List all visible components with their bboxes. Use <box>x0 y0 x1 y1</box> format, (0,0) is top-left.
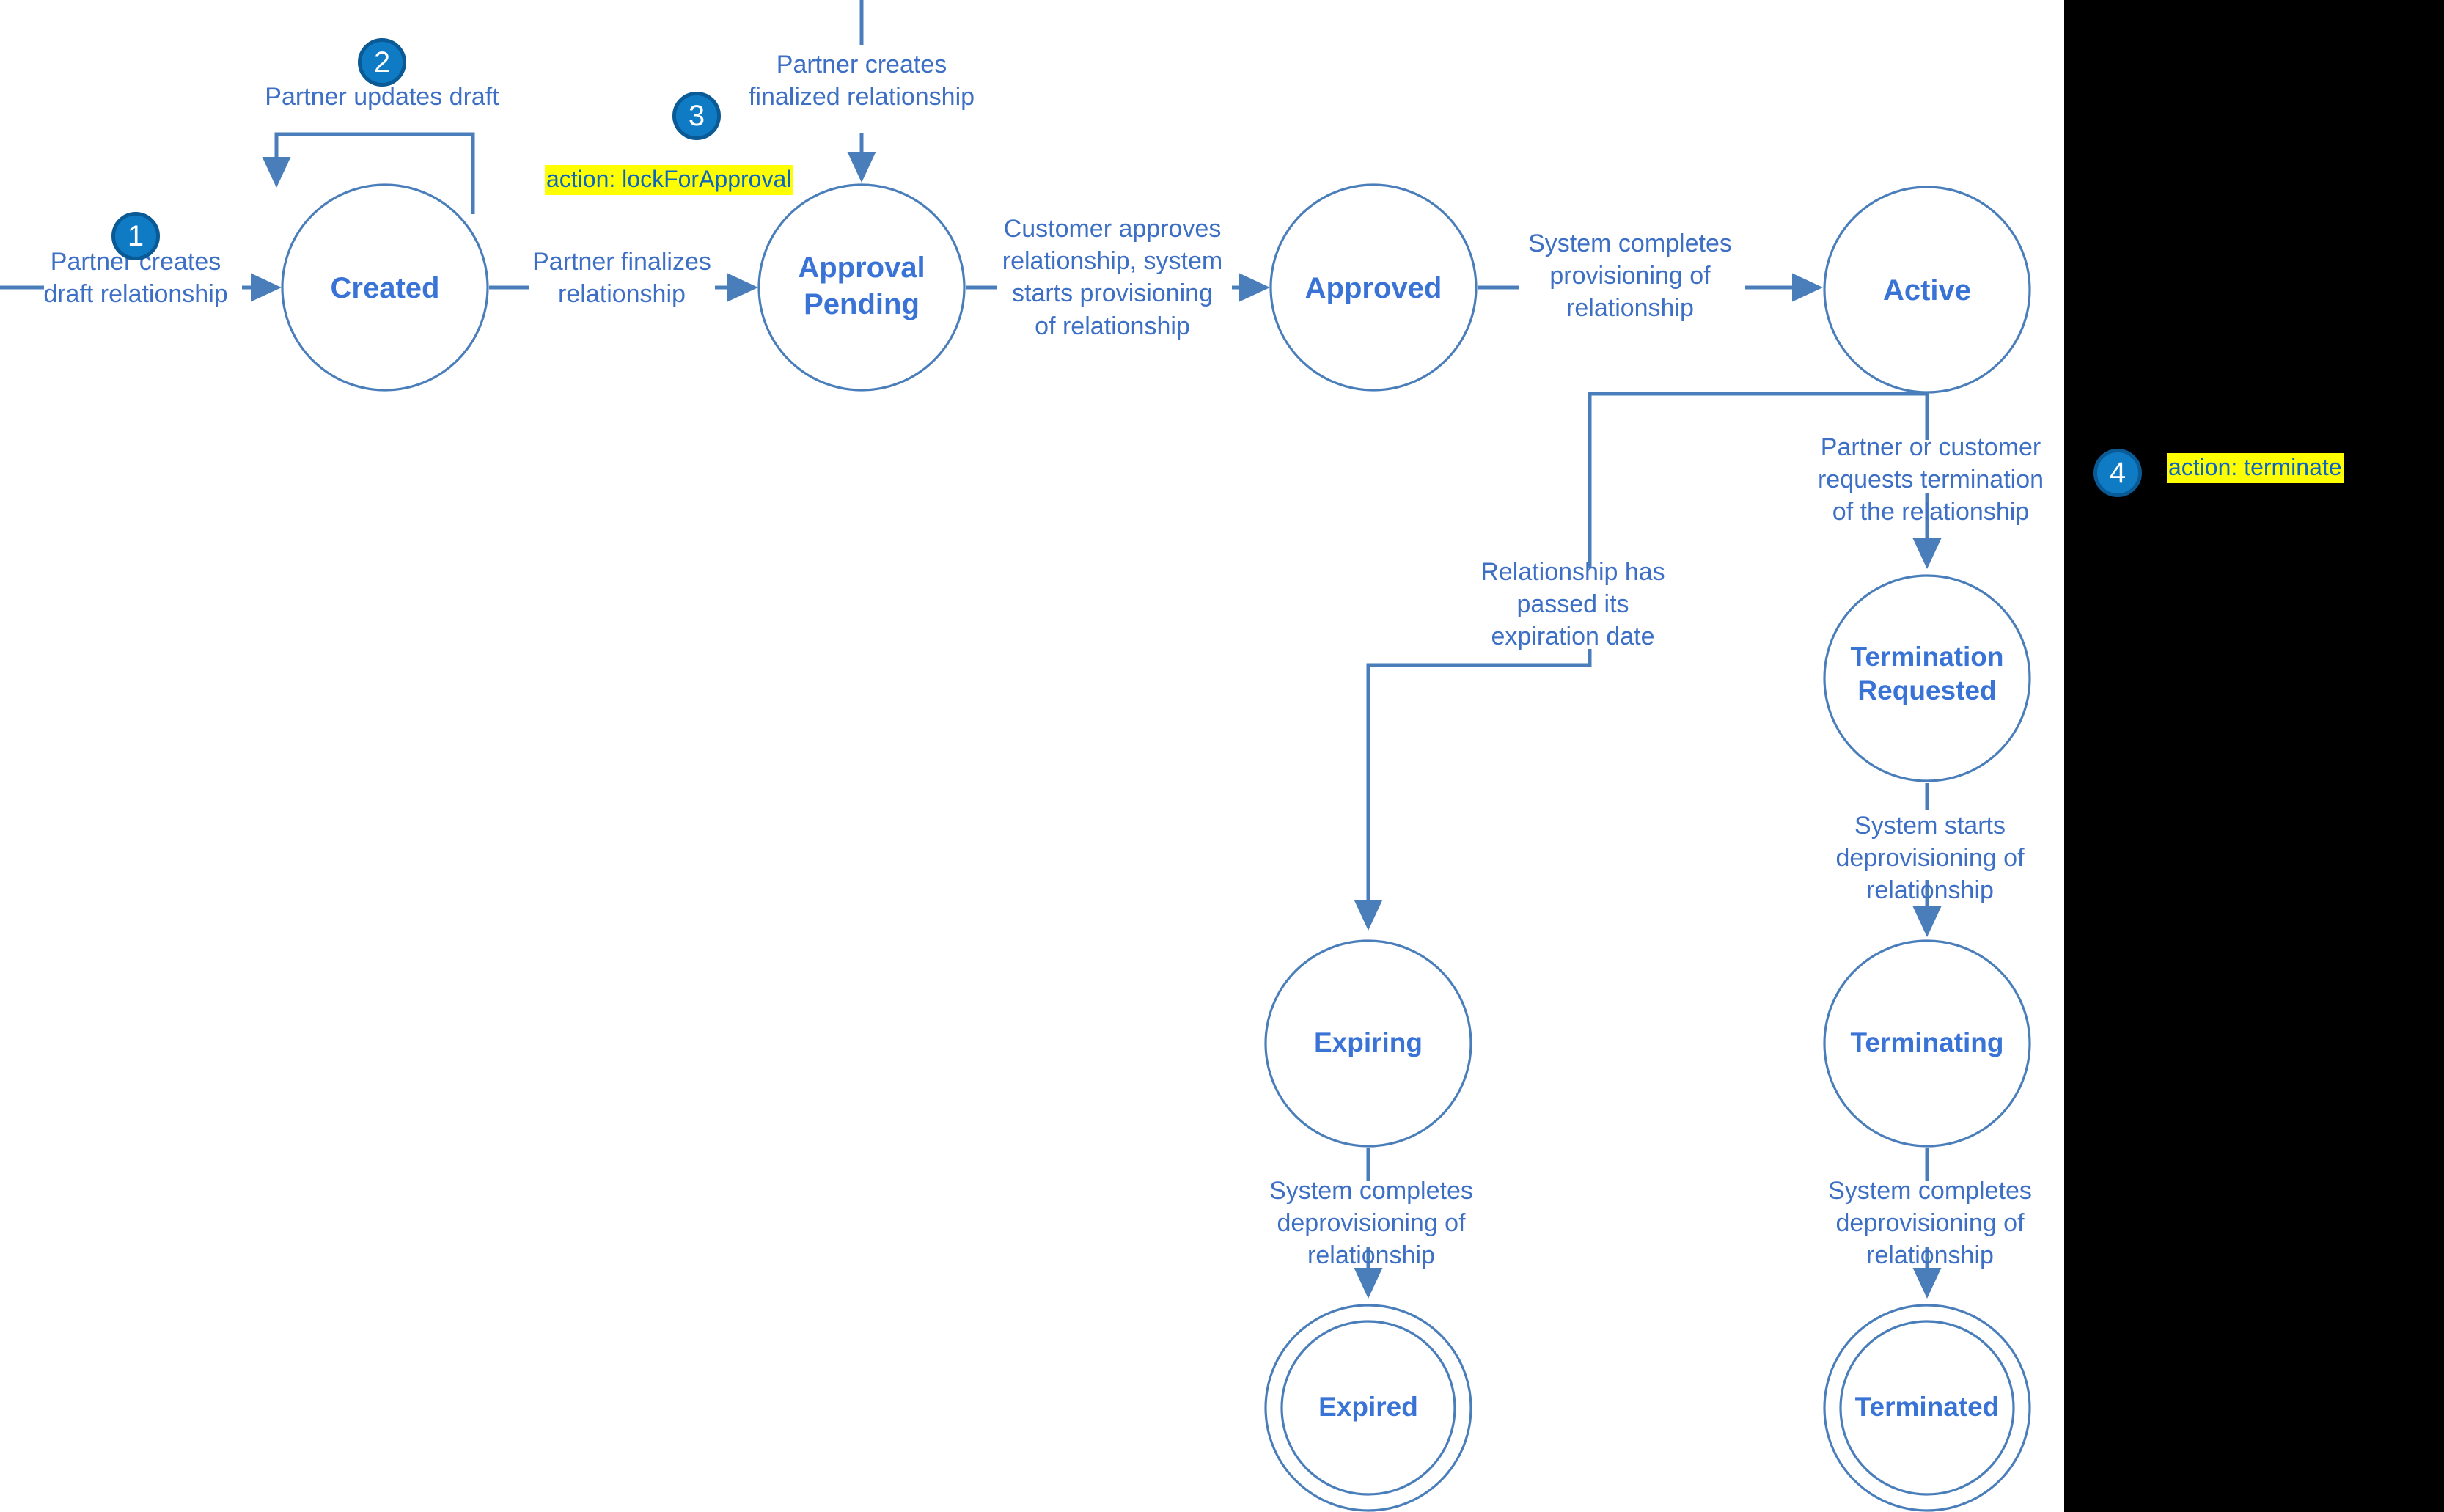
state-label-approved: Approved <box>1304 272 1442 304</box>
action-tag-lock-for-approval: action: lockForApproval <box>545 165 793 196</box>
callout-badge-4[interactable]: 4 <box>2093 449 2142 497</box>
state-label-approval-pending: Approval Pending <box>798 252 925 320</box>
state-label-expired: Expired <box>1318 1392 1418 1422</box>
edge-label-start-to-approval-pending: Partner creates finalized relationship <box>748 51 975 111</box>
callout-badge-3[interactable]: 3 <box>672 92 721 140</box>
state-label-terminated: Terminated <box>1854 1392 2000 1422</box>
diagram-stage: Created Approval Pending Approved Active… <box>0 0 2444 1512</box>
edge-label-termination-requested-to-terminating: System starts deprovisioning of relation… <box>1835 812 2025 905</box>
edge-label-terminating-to-terminated: System completes deprovisioning of relat… <box>1828 1177 2032 1270</box>
callout-badge-1[interactable]: 1 <box>111 212 160 260</box>
edge-label-approval-pending-to-approved: Customer approves relationship, system s… <box>1002 215 1223 340</box>
state-label-termination-requested: Termination Requested <box>1850 642 2004 706</box>
state-label-terminating: Terminating <box>1850 1027 2004 1057</box>
edge-label-created-to-approval-pending: Partner finalizes relationship <box>532 248 711 309</box>
state-label-created: Created <box>330 272 440 304</box>
callout-badge-2[interactable]: 2 <box>358 38 406 87</box>
edge-label-expiring-to-expired: System completes deprovisioning of relat… <box>1269 1177 1473 1270</box>
state-label-expiring: Expiring <box>1313 1027 1423 1057</box>
state-label-active: Active <box>1882 274 1972 307</box>
edge-label-active-to-termination-requested: Partner or customer requests termination… <box>1817 433 2044 526</box>
action-tag-terminate: action: terminate <box>2167 453 2344 484</box>
edge-label-active-to-expiring: Relationship has passed its expiration d… <box>1480 558 1665 651</box>
edge-label-approved-to-active: System completes provisioning of relatio… <box>1528 230 1732 323</box>
